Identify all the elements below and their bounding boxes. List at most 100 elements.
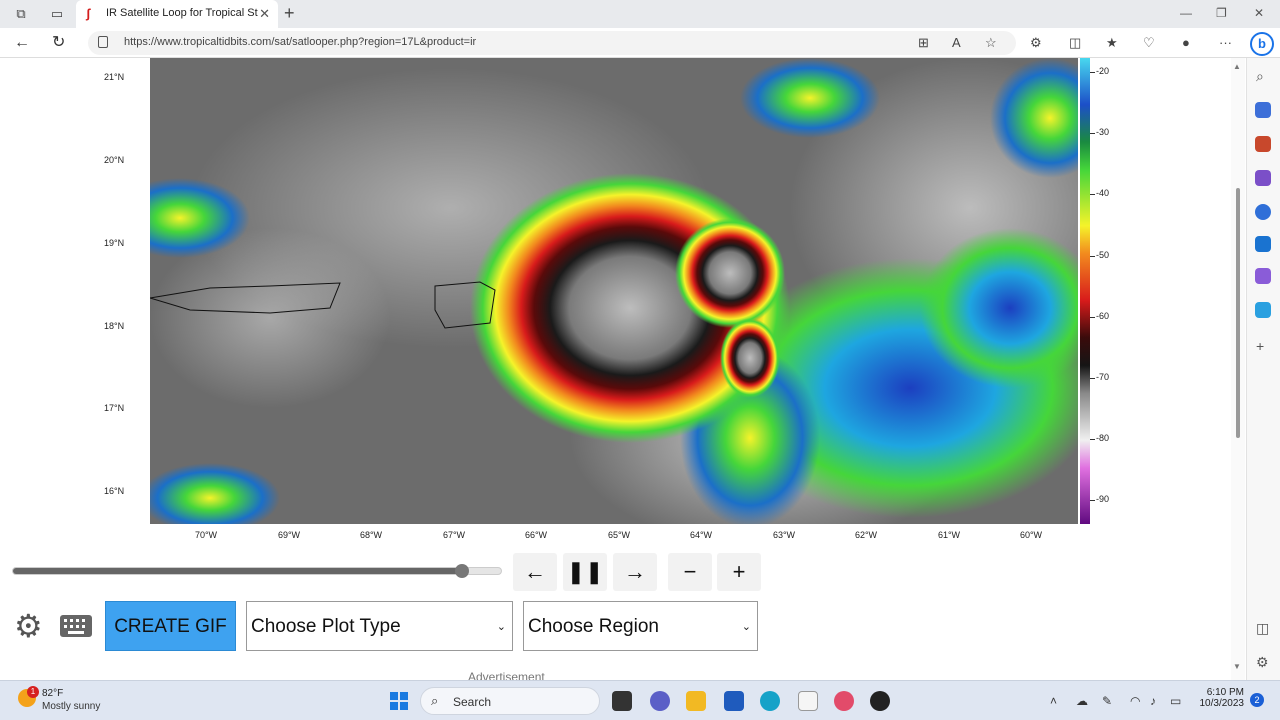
- colorbar-label: -20: [1096, 66, 1110, 76]
- refresh-icon[interactable]: ↻: [52, 32, 65, 54]
- previous-frame-button[interactable]: ←: [513, 553, 557, 591]
- file-explorer-icon[interactable]: [686, 691, 706, 711]
- restore-icon[interactable]: ❐: [1216, 4, 1227, 22]
- shopping-icon[interactable]: [1255, 102, 1271, 118]
- scrollbar-thumb[interactable]: [1236, 188, 1240, 438]
- split-screen-icon[interactable]: ◫: [1069, 35, 1081, 51]
- copilot-icon[interactable]: b: [1250, 32, 1274, 56]
- read-aloud-icon[interactable]: A: [952, 35, 961, 51]
- site-favicon-icon: ʃ: [86, 6, 91, 21]
- browser-tab[interactable]: ʃ IR Satellite Loop for Tropical Storm ✕: [76, 0, 278, 28]
- notification-badge[interactable]: 2: [1250, 693, 1264, 707]
- lon-label: 70°W: [194, 530, 218, 540]
- close-tab-icon[interactable]: ✕: [259, 5, 270, 23]
- back-icon[interactable]: ←: [14, 32, 30, 54]
- edge-browser-icon[interactable]: [760, 691, 780, 711]
- show-hidden-icons-icon[interactable]: ˄: [1050, 693, 1057, 709]
- windows-taskbar: 1 82°F Mostly sunny ⌕ Search ˄ ☁ ✎ ◠ ♪ ▭…: [0, 680, 1280, 720]
- volume-icon[interactable]: ♪: [1150, 693, 1156, 709]
- lon-label: 63°W: [772, 530, 796, 540]
- lon-label: 64°W: [689, 530, 713, 540]
- colorbar-label: -80: [1096, 433, 1110, 443]
- keyboard-shortcuts-icon[interactable]: [60, 615, 92, 637]
- lon-label: 61°W: [937, 530, 961, 540]
- clock-time: 6:10 PM: [1206, 687, 1244, 698]
- drop-icon[interactable]: [1255, 302, 1271, 318]
- frame-slider[interactable]: [12, 564, 502, 578]
- lat-label: 16°N: [104, 486, 125, 496]
- new-tab-icon[interactable]: +: [284, 3, 295, 23]
- colorbar-label: -40: [1096, 188, 1110, 198]
- ir-satellite-image[interactable]: [150, 58, 1078, 524]
- clock-date: 10/3/2023: [1199, 698, 1245, 709]
- url-field[interactable]: https://www.tropicaltidbits.com/sat/satl…: [88, 31, 1016, 55]
- battery-icon[interactable]: ▭: [1170, 693, 1181, 709]
- faster-button[interactable]: +: [717, 553, 761, 591]
- profile-icon[interactable]: ●: [1182, 35, 1190, 51]
- notepad-icon[interactable]: [798, 691, 818, 711]
- weather-temperature[interactable]: 82°F: [42, 688, 63, 699]
- page-scrollbar[interactable]: ▲ ▼: [1231, 58, 1245, 680]
- hide-sidebar-icon[interactable]: ◫: [1256, 620, 1269, 636]
- advertisement-label: Advertisement: [468, 670, 545, 680]
- lon-label: 66°W: [524, 530, 548, 540]
- arrow-left-icon: ←: [524, 559, 546, 584]
- tab-actions-icon[interactable]: ▭: [48, 5, 66, 23]
- workspaces-icon[interactable]: ⧉: [12, 5, 30, 23]
- create-gif-button[interactable]: CREATE GIF: [105, 601, 236, 651]
- plot-type-select[interactable]: Choose Plot Type ⌄: [246, 601, 513, 651]
- browser-essentials-icon[interactable]: ♡: [1143, 35, 1155, 51]
- lat-label: 20°N: [104, 155, 125, 165]
- task-view-icon[interactable]: [612, 691, 632, 711]
- lon-label: 69°W: [277, 530, 301, 540]
- scroll-down-icon[interactable]: ▼: [1233, 662, 1241, 671]
- obs-icon[interactable]: [870, 691, 890, 711]
- lon-label: 62°W: [854, 530, 878, 540]
- next-frame-button[interactable]: →: [613, 553, 657, 591]
- lat-label: 18°N: [104, 321, 125, 331]
- colorbar-label: -60: [1096, 311, 1110, 321]
- more-menu-icon[interactable]: ···: [1219, 35, 1232, 51]
- region-select[interactable]: Choose Region ⌄: [523, 601, 758, 651]
- sidebar-settings-icon[interactable]: ⚙: [1256, 654, 1269, 670]
- plus-icon: +: [732, 559, 746, 584]
- close-window-icon[interactable]: ✕: [1254, 4, 1264, 22]
- opera-icon[interactable]: [834, 691, 854, 711]
- pen-icon[interactable]: ✎: [1102, 693, 1112, 709]
- chat-icon[interactable]: [650, 691, 670, 711]
- lon-label: 67°W: [442, 530, 466, 540]
- address-bar-row: ← ↻ https://www.tropicaltidbits.com/sat/…: [0, 28, 1280, 58]
- pause-button[interactable]: ❚❚: [563, 553, 607, 591]
- taskbar-clock[interactable]: 6:10 PM 10/3/2023: [1190, 687, 1245, 709]
- slower-button[interactable]: −: [668, 553, 712, 591]
- lon-label: 68°W: [359, 530, 383, 540]
- add-sidebar-app-icon[interactable]: +: [1256, 338, 1264, 354]
- chevron-down-icon: ⌄: [741, 621, 751, 633]
- favorite-star-icon[interactable]: ☆: [985, 35, 997, 51]
- favorites-icon[interactable]: ★: [1106, 35, 1118, 51]
- scroll-up-icon[interactable]: ▲: [1233, 62, 1241, 71]
- outlook-icon[interactable]: [1255, 236, 1271, 252]
- plot-type-value: Choose Plot Type: [251, 616, 401, 637]
- minimize-icon[interactable]: —: [1180, 4, 1192, 22]
- wifi-icon[interactable]: ◠: [1130, 693, 1140, 709]
- chevron-down-icon: ⌄: [496, 621, 506, 633]
- minus-icon: −: [683, 559, 697, 584]
- onedrive-icon[interactable]: ☁: [1076, 693, 1088, 709]
- edge-sidebar: ⌕ + ◫ ⚙: [1246, 58, 1280, 680]
- microsoft-365-icon[interactable]: [1255, 204, 1271, 220]
- app-available-icon[interactable]: ⊞: [918, 35, 929, 51]
- colorbar-label: -90: [1096, 494, 1110, 504]
- games-icon[interactable]: [1255, 170, 1271, 186]
- tools-icon[interactable]: [1255, 136, 1271, 152]
- store-icon[interactable]: [724, 691, 744, 711]
- satellite-loop-panel: 21°N 20°N 19°N 18°N 17°N 16°N 70°W 69°W …: [0, 58, 1230, 548]
- taskbar-search[interactable]: ⌕ Search: [420, 687, 600, 715]
- search-icon[interactable]: ⌕: [1256, 68, 1264, 84]
- settings-gear-icon[interactable]: ⚙: [14, 608, 43, 644]
- frame-slider-handle[interactable]: [454, 564, 469, 578]
- designer-icon[interactable]: [1255, 268, 1271, 284]
- weather-condition[interactable]: Mostly sunny: [42, 701, 100, 712]
- extensions-icon[interactable]: ⚙: [1030, 35, 1042, 51]
- windows-start-icon[interactable]: [390, 692, 408, 710]
